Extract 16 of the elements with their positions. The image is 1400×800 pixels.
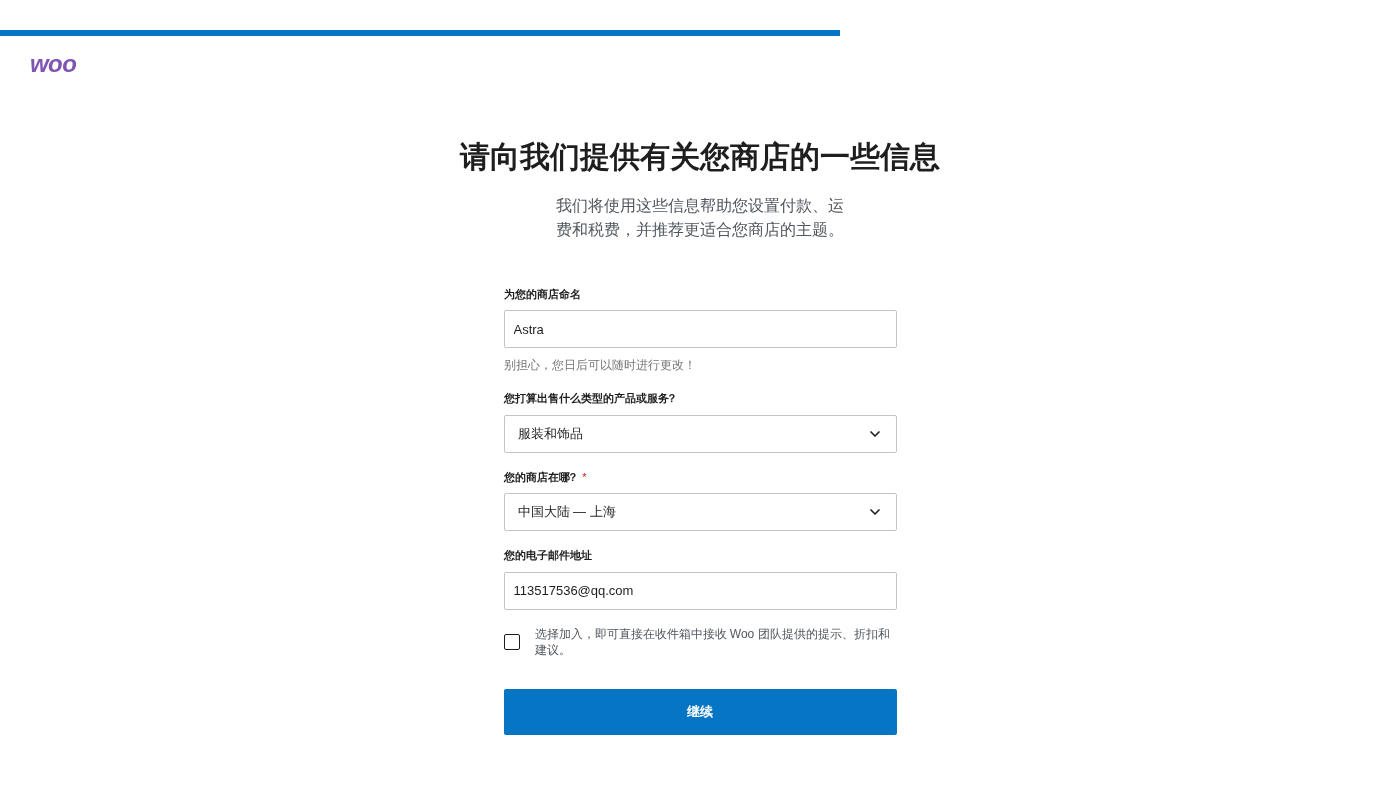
field-label: 您的电子邮件地址: [503, 548, 592, 563]
field-label: 为您的商店命名: [503, 286, 581, 302]
select-field[interactable]: 中国大陆 — 上海: [503, 493, 897, 531]
page-subtitle: 我们将使用这些信息帮助您设置付款、运费和税费，并推荐更适合您商店的主题。: [555, 195, 845, 240]
page-title: 请向我们提供有关您商店的一些信息: [460, 139, 940, 175]
select-field[interactable]: 服装和饰品: [503, 414, 897, 453]
field-label: 您的商店在哪?: [503, 469, 577, 485]
continue-button[interactable]: 继续: [503, 688, 897, 735]
opt-in-label: 选择加入，即可直接在收件箱中接收 Woo 团队提供的提示、折扣和建议。: [534, 625, 891, 658]
required-mark: *: [582, 469, 587, 485]
text-field[interactable]: Astra: [503, 310, 897, 348]
logo: woo: [30, 50, 77, 77]
opt-in-checkbox[interactable]: [503, 633, 520, 650]
help-text: 别担心，您日后可以随时进行更改！: [503, 357, 697, 374]
field-label: 您打算出售什么类型的产品或服务?: [503, 391, 676, 406]
text-field[interactable]: 113517536@qq.com: [503, 571, 897, 610]
